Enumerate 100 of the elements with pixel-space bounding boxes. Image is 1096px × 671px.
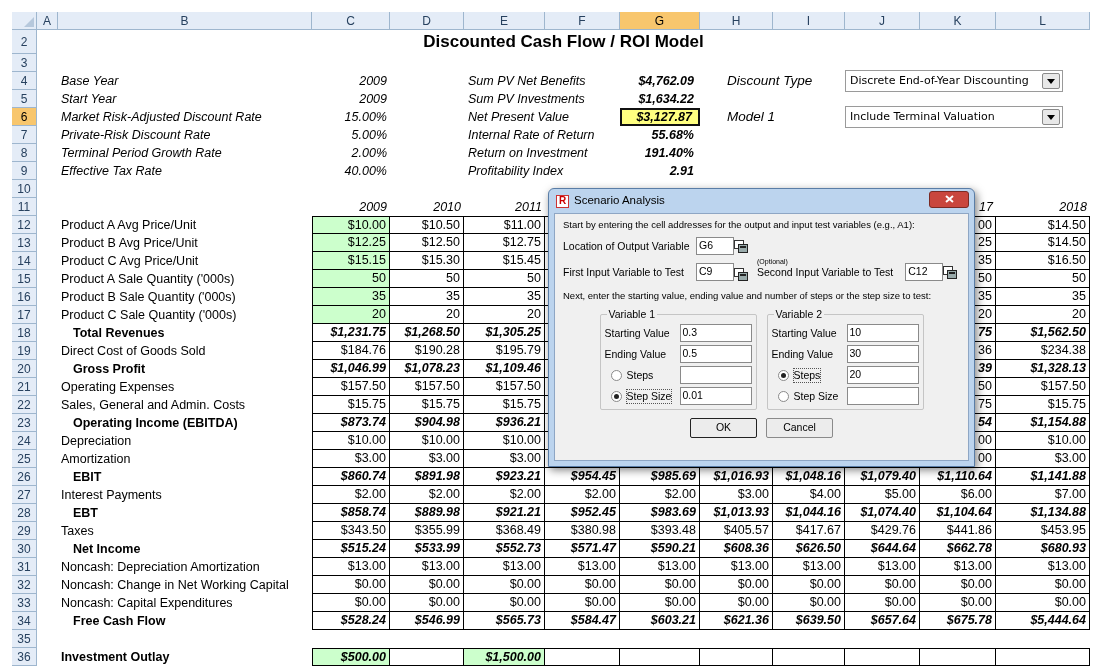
column-header[interactable]: F (545, 12, 620, 30)
close-icon[interactable] (944, 195, 954, 203)
radio-label[interactable]: Steps (793, 368, 821, 382)
column-header[interactable]: H (700, 12, 773, 30)
row-header[interactable]: 2 (12, 30, 37, 54)
radio-button[interactable] (610, 369, 622, 381)
table-cell: $13.00 (845, 558, 920, 576)
table-cell: $441.86 (920, 522, 996, 540)
row-header[interactable]: 28 (12, 504, 37, 522)
radio-button[interactable] (777, 390, 789, 402)
row-header[interactable]: 5 (12, 90, 37, 108)
table-cell: $15.15 (312, 252, 390, 270)
radio-button[interactable] (610, 390, 622, 402)
row-header[interactable]: 32 (12, 576, 37, 594)
row-header[interactable]: 21 (12, 378, 37, 396)
input-field[interactable]: C12 (905, 263, 944, 281)
table-cell: $3.00 (464, 450, 545, 468)
row-header[interactable]: 19 (12, 342, 37, 360)
assumption-value: 2009 (359, 90, 387, 108)
radio-label[interactable]: Step Size (793, 389, 839, 403)
row-header[interactable]: 10 (12, 180, 37, 198)
row-header[interactable]: 8 (12, 144, 37, 162)
row-header[interactable]: 26 (12, 468, 37, 486)
input-field[interactable]: 30 (846, 345, 919, 363)
table-cell: $453.95 (996, 522, 1090, 540)
radio-label[interactable]: Steps (626, 368, 654, 382)
table-cell: $0.00 (920, 594, 996, 612)
row-header[interactable]: 27 (12, 486, 37, 504)
row-header[interactable]: 18 (12, 324, 37, 342)
dropdown[interactable]: Discrete End-of-Year Discounting (845, 70, 1063, 92)
column-header[interactable]: I (773, 12, 845, 30)
row-header[interactable]: 29 (12, 522, 37, 540)
row-header[interactable]: 9 (12, 162, 37, 180)
table-cell: $954.45 (545, 468, 620, 486)
row-header[interactable]: 36 (12, 648, 37, 666)
row-header[interactable]: 15 (12, 270, 37, 288)
table-cell: $2.00 (390, 486, 464, 504)
row-header[interactable]: 17 (12, 306, 37, 324)
input-field[interactable]: 0.01 (679, 387, 752, 405)
row-header[interactable]: 6 (12, 108, 37, 126)
row-header[interactable]: 14 (12, 252, 37, 270)
input-field[interactable] (846, 387, 919, 405)
row-header[interactable]: 13 (12, 234, 37, 252)
row-header[interactable]: 34 (12, 612, 37, 630)
input-field[interactable]: G6 (696, 237, 734, 255)
dropdown[interactable]: Include Terminal Valuation (845, 106, 1063, 128)
row-header[interactable]: 31 (12, 558, 37, 576)
row-header[interactable]: 23 (12, 414, 37, 432)
column-header[interactable]: C (312, 12, 390, 30)
row-label: Amortization (61, 450, 131, 468)
column-header[interactable]: L (996, 12, 1090, 30)
row-header[interactable]: 12 (12, 216, 37, 234)
table-cell: $923.21 (464, 468, 545, 486)
row-header[interactable]: 3 (12, 54, 37, 72)
table-cell: $1,109.46 (464, 360, 545, 378)
row-header[interactable]: 22 (12, 396, 37, 414)
column-header[interactable]: G (620, 12, 700, 30)
input-field[interactable]: 0.5 (679, 345, 752, 363)
row-label: Sales, General and Admin. Costs (61, 396, 246, 414)
column-header[interactable]: E (464, 12, 545, 30)
input-field[interactable]: 0.3 (679, 324, 752, 342)
column-header[interactable]: K (920, 12, 996, 30)
table-cell: $343.50 (312, 522, 390, 540)
radio-label[interactable]: Step Size (626, 389, 672, 403)
cell-picker-icon[interactable] (734, 268, 748, 281)
assumption-label: Terminal Period Growth Rate (61, 144, 222, 162)
cell-picker-icon[interactable] (734, 239, 748, 253)
row-label: Noncash: Capital Expenditures (61, 594, 233, 612)
row-header[interactable]: 11 (12, 198, 37, 216)
dialog-button[interactable]: Cancel (766, 418, 833, 438)
column-header[interactable]: J (845, 12, 920, 30)
input-field[interactable]: 10 (846, 324, 919, 342)
close-button[interactable] (929, 190, 969, 208)
row-header[interactable]: 16 (12, 288, 37, 306)
input-field[interactable] (679, 366, 752, 384)
row-header[interactable]: 24 (12, 432, 37, 450)
dialog-button[interactable]: OK (690, 418, 757, 438)
table-cell: $195.79 (464, 342, 545, 360)
input-field[interactable]: C9 (696, 263, 734, 281)
radio-button[interactable] (777, 369, 789, 381)
table-cell: $860.74 (312, 468, 390, 486)
input-field[interactable]: 20 (846, 366, 919, 384)
column-header[interactable]: B (58, 12, 312, 30)
column-header[interactable]: D (390, 12, 464, 30)
table-cell: $675.78 (920, 612, 996, 630)
row-header[interactable]: 7 (12, 126, 37, 144)
row-header[interactable]: 20 (12, 360, 37, 378)
table-cell: $1,079.40 (845, 468, 920, 486)
cell-picker-icon[interactable] (943, 265, 958, 279)
row-header[interactable]: 30 (12, 540, 37, 558)
row-header[interactable]: 35 (12, 630, 37, 648)
table-cell: $1,268.50 (390, 324, 464, 342)
table-cell: $15.75 (464, 396, 545, 414)
row-header[interactable]: 33 (12, 594, 37, 612)
table-cell: $1,328.13 (996, 360, 1090, 378)
row-header[interactable]: 25 (12, 450, 37, 468)
column-header[interactable]: A (37, 12, 58, 30)
table-cell: $157.50 (390, 378, 464, 396)
row-header[interactable]: 4 (12, 72, 37, 90)
year-label: 17 (979, 198, 993, 216)
